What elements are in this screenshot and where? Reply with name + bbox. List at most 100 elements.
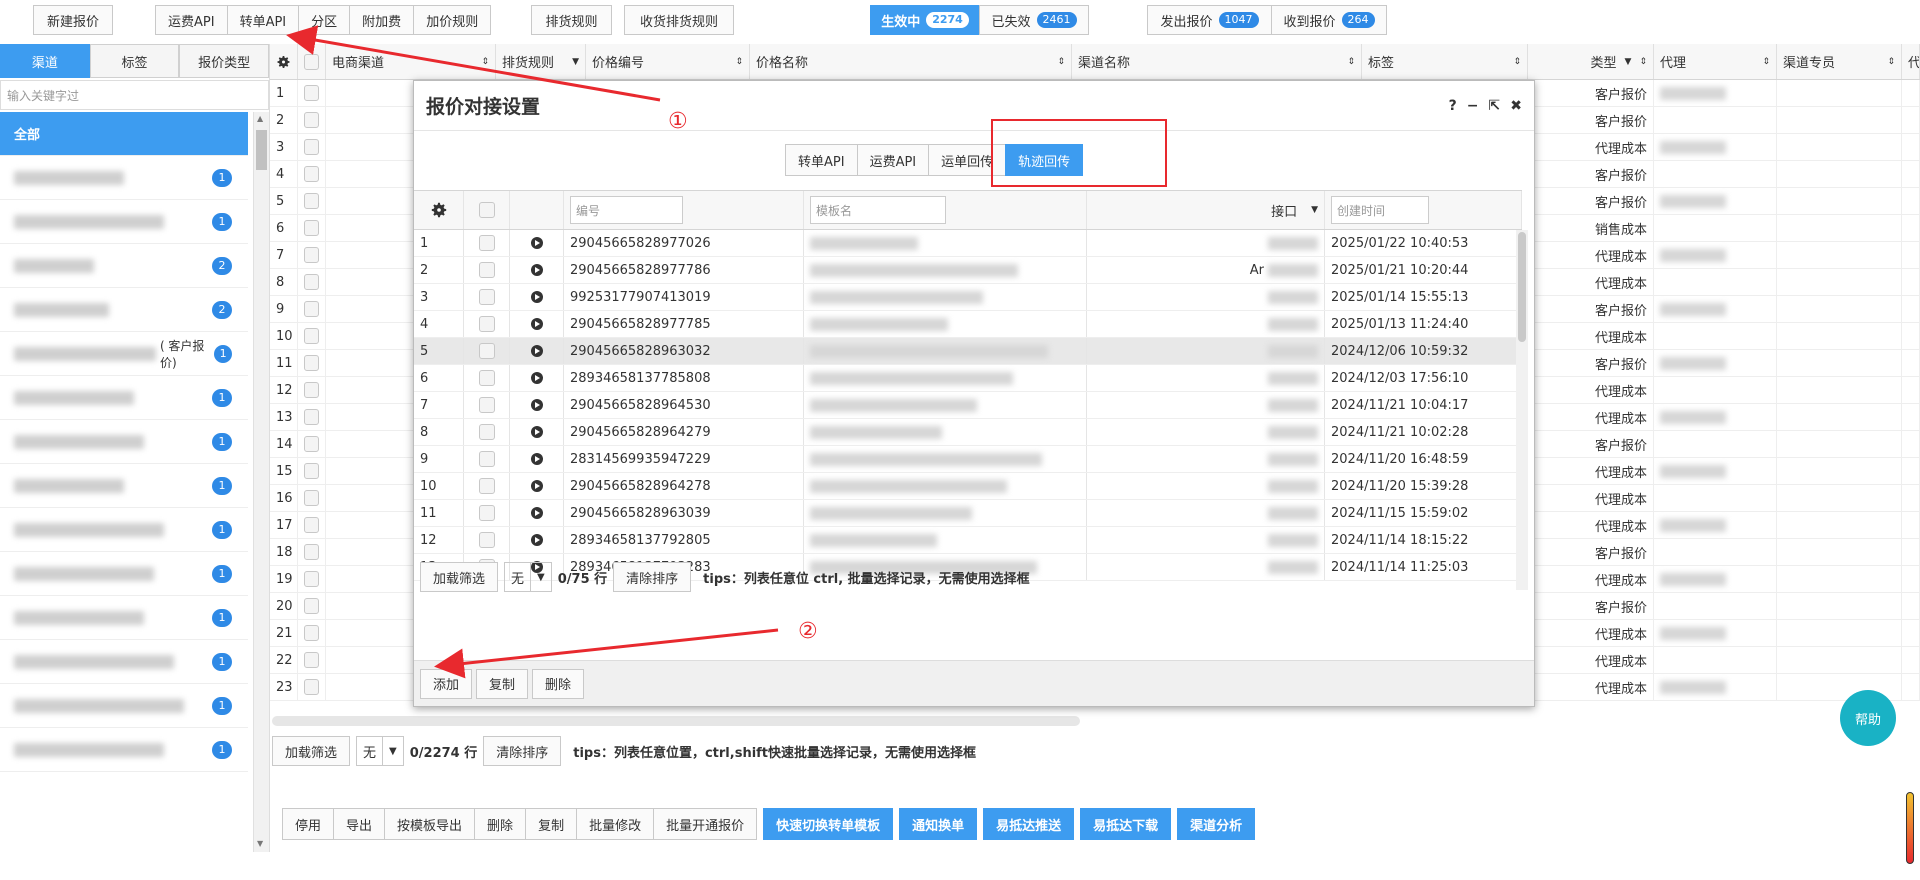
created-time-filter-input[interactable]: 创建时间 [1331,196,1429,224]
ydd-download-button[interactable]: 易抵达下载 [1080,808,1172,840]
dialog-table-row[interactable]: 1 29045665828977026 2025/01/22 10:40:53 [414,230,1522,257]
channel-item[interactable]: 1 [0,728,248,772]
dialog-table-row[interactable]: 10 29045665828964278 2024/11/20 15:39:28 [414,473,1522,500]
row-checkbox[interactable] [298,134,326,160]
select-all-checkbox[interactable] [298,44,326,79]
dispatch-rule-button[interactable]: 排货规则 [531,5,612,35]
row-checkbox[interactable] [298,107,326,133]
popout-icon[interactable]: ⇱ [1489,98,1501,114]
channel-item[interactable]: 1 [0,156,248,200]
play-icon[interactable] [510,419,564,445]
dialog-table-row[interactable]: 6 28934658137785808 2024/12/03 17:56:10 [414,365,1522,392]
row-checkbox[interactable] [298,188,326,214]
row-checkbox[interactable] [298,404,326,430]
row-checkbox[interactable] [298,647,326,673]
row-checkbox[interactable] [298,566,326,592]
play-icon[interactable] [510,311,564,337]
batch-edit-button[interactable]: 批量修改 [576,808,655,840]
channel-item[interactable]: 1 [0,508,248,552]
row-checkbox[interactable] [298,431,326,457]
dialog-vertical-scrollbar[interactable] [1516,230,1528,590]
dialog-load-filter-button[interactable]: 加载筛选 [420,562,499,592]
surcharge-button[interactable]: 附加费 [349,5,415,35]
row-checkbox[interactable] [298,593,326,619]
dialog-row-checkbox[interactable] [464,527,510,553]
tab-transfer-api[interactable]: 转单API [785,144,858,176]
clear-sort-button[interactable]: 清除排序 [483,736,562,766]
grid-horizontal-scrollbar[interactable] [272,716,1080,726]
dialog-row-checkbox[interactable] [464,392,510,418]
row-checkbox[interactable] [298,350,326,376]
help-button[interactable]: 帮助 [1840,690,1896,746]
dialog-row-checkbox[interactable] [464,338,510,364]
col-header-dispatch-rule[interactable]: 排货规则 ▼ [496,44,586,79]
dialog-select-all-checkbox[interactable] [464,191,510,229]
col-header-channel-specialist[interactable]: 渠道专员 ⇕ [1777,44,1902,79]
dialog-filter-select[interactable]: 无 ▼ [504,562,552,592]
play-icon[interactable] [510,365,564,391]
play-icon[interactable] [510,338,564,364]
col-header-type[interactable]: 类型 ▼ ⇕ [1528,44,1654,79]
dialog-row-checkbox[interactable] [464,311,510,337]
freight-api-button[interactable]: 运费API [155,5,228,35]
row-checkbox[interactable] [298,512,326,538]
dialog-table-row[interactable]: 12 28934658137792805 2024/11/14 18:15:22 [414,527,1522,554]
row-checkbox[interactable] [298,539,326,565]
row-checkbox[interactable] [298,485,326,511]
dialog-clear-sort-button[interactable]: 清除排序 [613,562,692,592]
dialog-row-checkbox[interactable] [464,419,510,445]
receive-dispatch-rule-button[interactable]: 收货排货规则 [624,5,734,35]
row-checkbox[interactable] [298,80,326,106]
play-icon[interactable] [510,446,564,472]
channel-item-all[interactable]: 全部 [0,112,248,156]
sent-quotes-button[interactable]: 发出报价 1047 [1147,5,1272,35]
quick-switch-template-button[interactable]: 快速切换转单模板 [763,808,894,840]
load-filter-button[interactable]: 加载筛选 [272,736,351,766]
dialog-row-checkbox[interactable] [464,365,510,391]
interface-column-header[interactable]: 接口 ▼ [1087,191,1325,229]
dialog-table-row[interactable]: 3 99253177907413019 2025/01/14 15:55:13 [414,284,1522,311]
dialog-table-row[interactable]: 11 29045665828963039 2024/11/15 15:59:02 [414,500,1522,527]
dialog-row-checkbox[interactable] [464,446,510,472]
row-checkbox[interactable] [298,269,326,295]
row-checkbox[interactable] [298,620,326,646]
delete-button[interactable]: 删除 [474,808,527,840]
row-checkbox[interactable] [298,296,326,322]
play-icon[interactable] [510,527,564,553]
add-button[interactable]: 添加 [420,668,473,699]
row-checkbox[interactable] [298,323,326,349]
dialog-row-checkbox[interactable] [464,284,510,310]
channel-item[interactable]: 1 [0,420,248,464]
play-icon[interactable] [510,392,564,418]
channel-item[interactable]: 1 [0,552,248,596]
markup-rule-button[interactable]: 加价规则 [413,5,492,35]
received-quotes-button[interactable]: 收到报价 264 [1271,5,1387,35]
help-icon[interactable]: ? [1449,98,1457,114]
code-filter-input[interactable]: 编号 [570,196,683,224]
copy-button[interactable]: 复制 [525,808,578,840]
channel-item[interactable]: 1 [0,464,248,508]
channel-item[interactable]: 1 [0,684,248,728]
scroll-down-arrow-icon[interactable]: ▼ [257,839,263,848]
dialog-table-row[interactable]: 5 29045665828963032 2024/12/06 10:59:32 [414,338,1522,365]
row-checkbox[interactable] [298,458,326,484]
tab-freight-api[interactable]: 运费API [856,144,930,176]
close-icon[interactable]: ✖ [1510,98,1522,114]
template-filter-input[interactable]: 模板名 [810,196,946,224]
dialog-scroll-thumb[interactable] [1518,232,1526,342]
dialog-copy-button[interactable]: 复制 [476,668,529,699]
grid-settings-gear-icon[interactable] [270,44,298,79]
channel-item[interactable]: 1 [0,640,248,684]
dialog-row-checkbox[interactable] [464,257,510,283]
col-header-more[interactable]: 代 [1902,44,1920,79]
new-quote-button[interactable]: 新建报价 [33,5,113,35]
sidebar-scroll-thumb[interactable] [256,130,267,170]
scroll-up-arrow-icon[interactable]: ▲ [257,114,263,123]
channel-item[interactable]: 2 [0,244,248,288]
filter-select[interactable]: 无 ▼ [356,736,404,766]
dialog-settings-gear-icon[interactable] [414,191,464,229]
row-checkbox[interactable] [298,161,326,187]
play-icon[interactable] [510,284,564,310]
col-header-price-name[interactable]: 价格名称 ⇕ [750,44,1072,79]
dialog-delete-button[interactable]: 删除 [532,668,585,699]
